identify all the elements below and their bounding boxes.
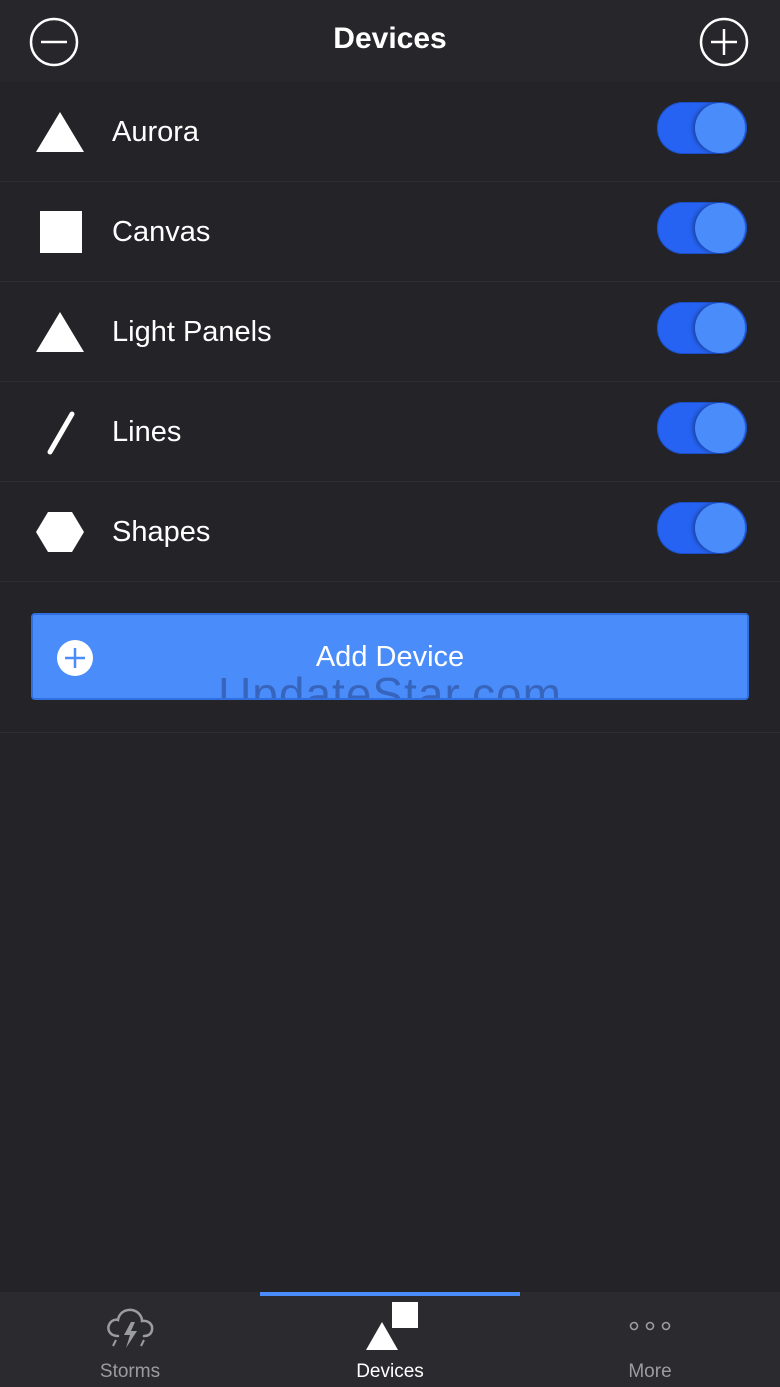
device-toggle-lines[interactable] xyxy=(657,402,747,454)
device-label: Lines xyxy=(112,416,182,448)
triangle-icon xyxy=(36,112,84,152)
device-row-light-panels[interactable]: Light Panels xyxy=(0,282,780,382)
device-label: Canvas xyxy=(112,216,211,248)
device-row-lines[interactable]: Lines xyxy=(0,382,780,482)
add-device-section: Add Device UpdateStar.com xyxy=(0,582,780,733)
square-icon xyxy=(40,211,82,253)
triangle-icon xyxy=(36,312,84,352)
tab-more[interactable]: More xyxy=(520,1292,780,1387)
add-button[interactable] xyxy=(699,17,749,67)
tab-label: More xyxy=(628,1361,672,1382)
navigation-bar: Devices xyxy=(0,0,780,82)
plus-circle-icon xyxy=(699,17,749,67)
more-dots-icon xyxy=(629,1321,671,1331)
toggle-knob xyxy=(695,303,745,353)
device-list: Aurora Canvas Light Panels Lines Shapes xyxy=(0,82,780,582)
storm-cloud-icon xyxy=(107,1308,154,1348)
hexagon-icon xyxy=(36,512,84,552)
device-label: Aurora xyxy=(112,116,200,148)
active-tab-indicator xyxy=(260,1292,520,1296)
device-toggle-light-panels[interactable] xyxy=(657,302,747,354)
device-row-shapes[interactable]: Shapes xyxy=(0,482,780,582)
device-label: Shapes xyxy=(112,516,211,548)
tab-label: Storms xyxy=(99,1361,161,1382)
tab-devices[interactable]: Devices xyxy=(260,1292,520,1387)
add-device-button[interactable]: Add Device UpdateStar.com xyxy=(31,613,749,700)
tab-bar: Storms Devices More xyxy=(0,1292,780,1387)
watermark: UpdateStar.com xyxy=(218,668,562,700)
toggle-knob xyxy=(695,503,745,553)
device-row-canvas[interactable]: Canvas xyxy=(0,182,780,282)
tab-label: Devices xyxy=(356,1361,424,1382)
tab-storms[interactable]: Storms xyxy=(0,1292,260,1387)
toggle-knob xyxy=(695,403,745,453)
line-icon xyxy=(47,411,75,455)
toggle-knob xyxy=(695,203,745,253)
device-toggle-canvas[interactable] xyxy=(657,202,747,254)
device-row-aurora[interactable]: Aurora xyxy=(0,82,780,182)
device-toggle-shapes[interactable] xyxy=(657,502,747,554)
device-label: Light Panels xyxy=(112,316,272,348)
devices-icon xyxy=(366,1302,418,1350)
page-title: Devices xyxy=(333,22,447,55)
device-toggle-aurora[interactable] xyxy=(657,102,747,154)
toggle-knob xyxy=(695,103,745,153)
